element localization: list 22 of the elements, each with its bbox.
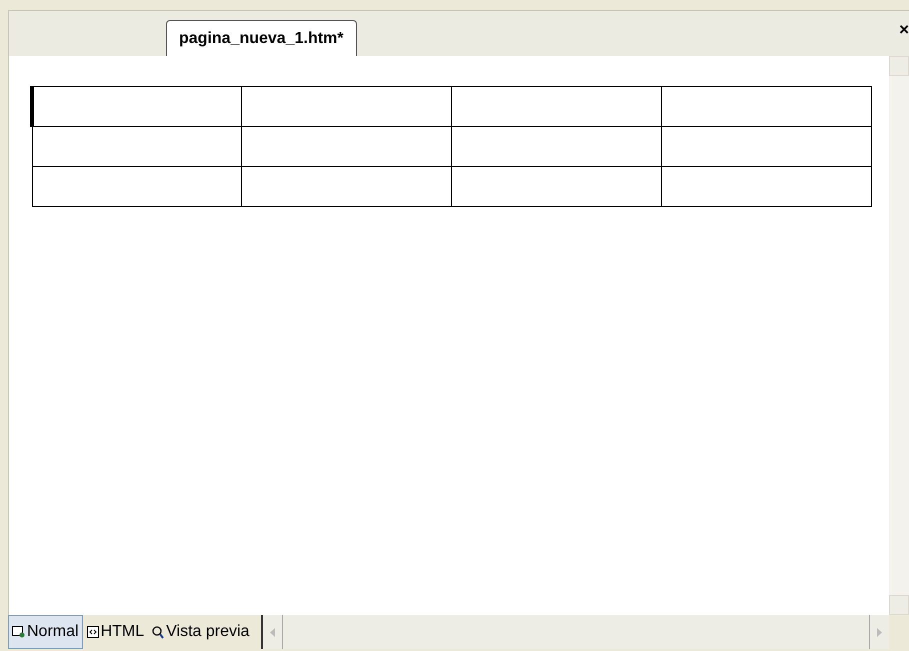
view-tab[interactable]: HTML xyxy=(82,615,148,649)
table-cell[interactable] xyxy=(662,86,872,126)
table-cell[interactable] xyxy=(452,126,662,166)
table-cell[interactable] xyxy=(32,86,242,126)
table-cell[interactable] xyxy=(32,166,242,206)
search-icon xyxy=(152,626,164,638)
table-cell[interactable] xyxy=(32,126,242,166)
table-cell[interactable] xyxy=(242,126,452,166)
view-tab[interactable]: Vista previa xyxy=(148,615,254,649)
table-cell[interactable] xyxy=(662,166,872,206)
right-arrow-icon xyxy=(877,628,882,636)
page-icon xyxy=(12,626,25,638)
table-cell[interactable] xyxy=(452,86,662,126)
table-cell[interactable] xyxy=(242,166,452,206)
close-button[interactable]: × xyxy=(899,21,909,38)
left-arrow-icon xyxy=(270,628,276,636)
table-cell[interactable] xyxy=(452,166,662,206)
document-tab[interactable]: pagina_nueva_1.htm* xyxy=(166,20,356,56)
table-cell[interactable] xyxy=(662,126,872,166)
code-icon xyxy=(86,626,99,638)
table-cell[interactable] xyxy=(242,86,452,126)
view-tab[interactable]: Normal xyxy=(8,615,83,649)
